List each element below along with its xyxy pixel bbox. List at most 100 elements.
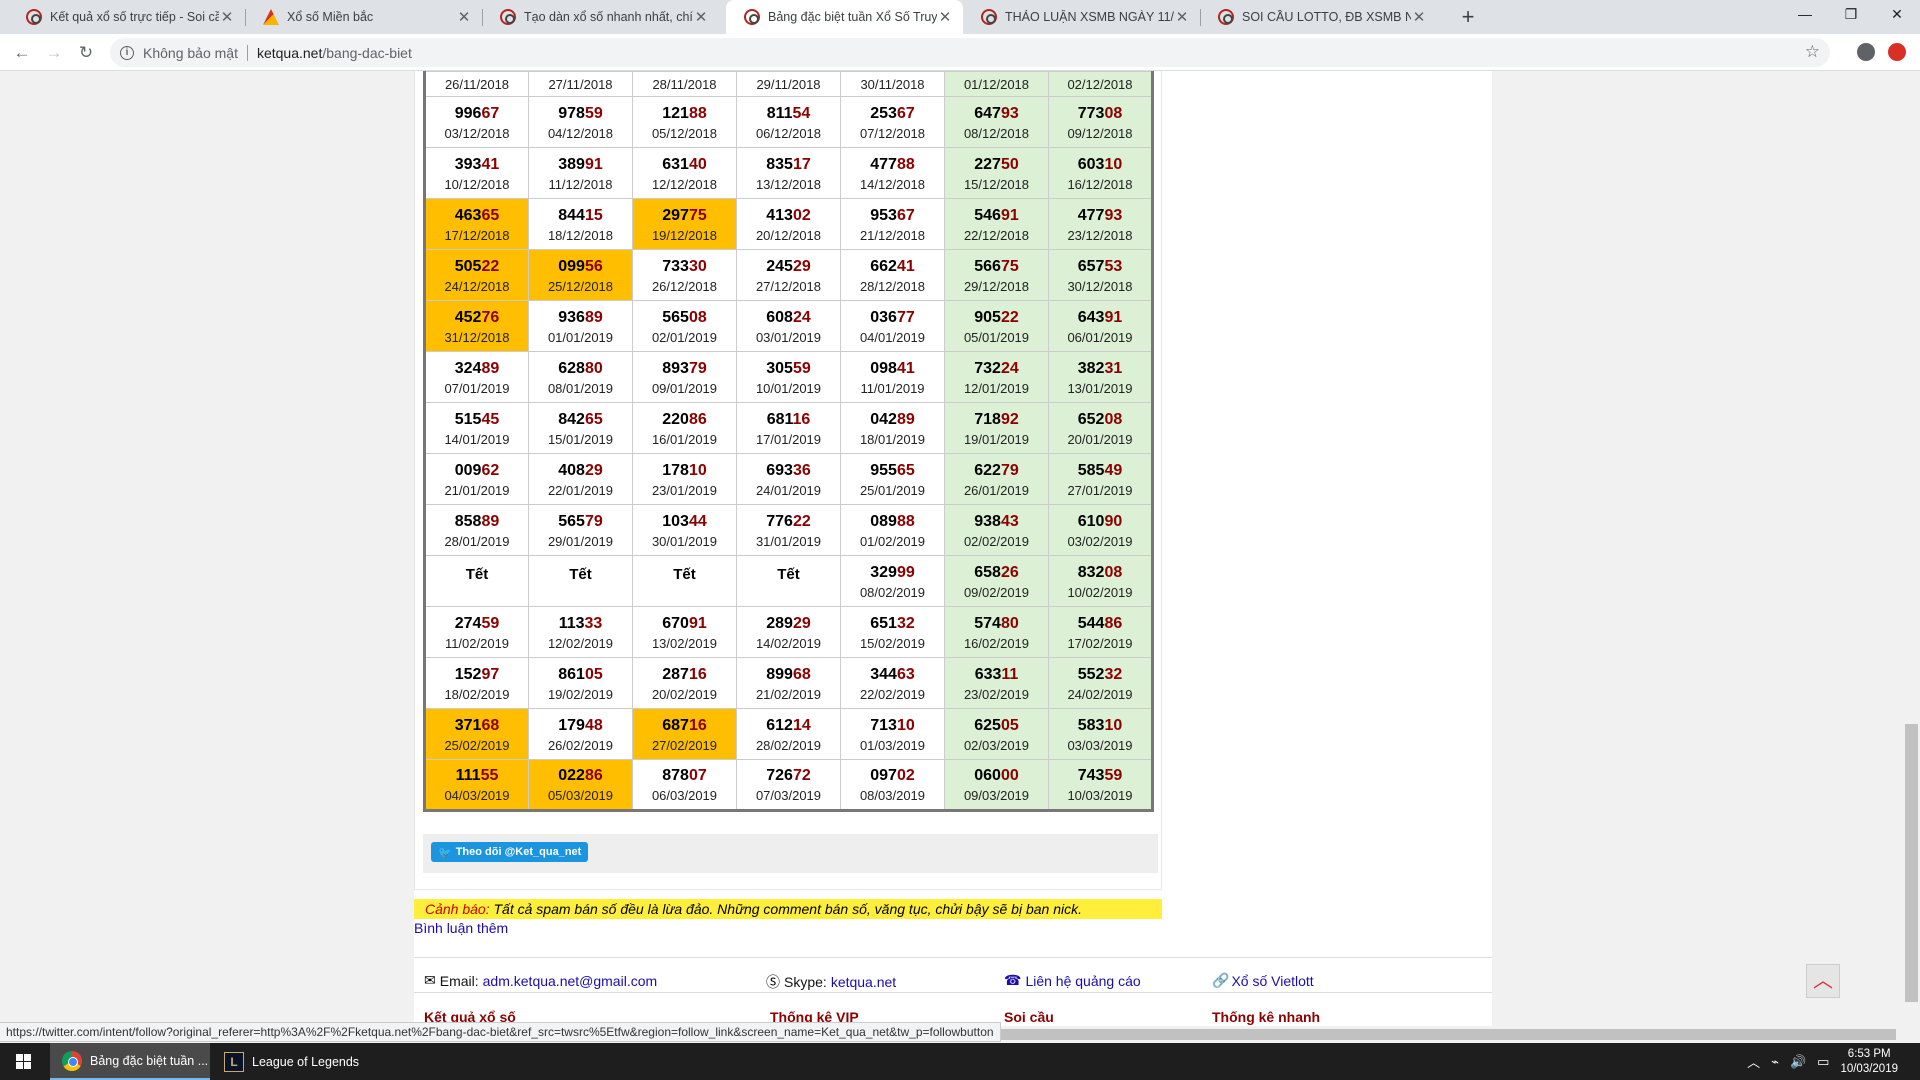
special-prize-number: 63140: [662, 155, 707, 173]
restore-button[interactable]: ❐: [1828, 0, 1874, 30]
result-cell: 95565 25/01/2019: [840, 453, 945, 505]
more-comments-link[interactable]: Bình luận thêm: [414, 920, 508, 936]
special-prize-number: 02286: [558, 767, 603, 784]
result-cell: 32999 08/02/2019: [840, 555, 945, 607]
draw-date: 10/12/2018: [444, 176, 510, 192]
special-prize-number: 40829: [558, 461, 603, 479]
taskbar-league[interactable]: L League of Legends: [212, 1043, 367, 1080]
result-cell: 93689 01/01/2019: [528, 300, 633, 352]
clock[interactable]: 6:53 PM 10/03/2019: [1840, 1047, 1898, 1077]
result-cell: 58549 27/01/2019: [1048, 453, 1153, 505]
draw-date: 25/02/2019: [444, 737, 510, 753]
result-cell: 81154 06/12/2018: [736, 96, 841, 148]
result-cell: 17948 26/02/2019: [528, 708, 633, 760]
special-prize-number: 00962: [454, 461, 500, 479]
special-prize-number: 64793: [974, 104, 1019, 122]
result-cell: 02/12/2018: [1048, 71, 1153, 97]
action-center-icon[interactable]: ▭: [1817, 1054, 1829, 1070]
result-cell: 22086 16/01/2019: [632, 402, 737, 454]
volume-icon[interactable]: 🔊: [1790, 1054, 1806, 1070]
new-tab-button[interactable]: +: [1454, 3, 1482, 31]
link-icon: 🔗: [1212, 972, 1230, 988]
back-button[interactable]: ←: [8, 39, 36, 67]
footer-cat-thong-ke-nhanh[interactable]: Thống kê nhanh: [1212, 1009, 1320, 1025]
close-icon[interactable]: ✕: [693, 8, 709, 26]
tab-tao-dan[interactable]: Tạo dàn xổ số nhanh nhất, chính ✕: [482, 0, 719, 34]
email-label: Email:: [439, 972, 479, 989]
tab-ketqua-live[interactable]: Kết quả xổ số trực tiếp - Soi cầu, ✕: [8, 0, 245, 34]
special-prize-number: 37168: [454, 716, 500, 734]
draw-date: 30/12/2018: [1067, 278, 1133, 294]
tet-holiday-label: Tết: [569, 565, 592, 583]
result-cell: 62279 26/01/2019: [944, 453, 1049, 505]
result-cell: 39341 10/12/2018: [424, 147, 529, 199]
close-icon[interactable]: ✕: [219, 8, 235, 26]
tab-xoso-mien-bac[interactable]: Xổ số Miền bắc ✕: [245, 0, 482, 34]
footer-cat-soi-cau[interactable]: Soi cầu: [1004, 1009, 1054, 1025]
draw-date: 10/02/2019: [1067, 584, 1133, 600]
follow-bar: 🐦 Theo dõi @Ket_qua_net: [423, 834, 1158, 873]
draw-date: 07/03/2019: [755, 788, 822, 803]
ads-contact-link[interactable]: Liên hệ quảng cáo: [1025, 973, 1140, 989]
close-window-button[interactable]: ✕: [1874, 0, 1920, 30]
draw-date: 17/12/2018: [444, 227, 510, 243]
forward-button[interactable]: →: [40, 39, 68, 67]
draw-date: 14/02/2019: [755, 635, 822, 651]
extension-icon[interactable]: [1888, 43, 1906, 61]
table-row: 45276 31/12/2018 93689 01/01/2019 56508 02/01…: [424, 300, 1153, 352]
special-prize-number: 77622: [766, 512, 811, 530]
result-cell: 65753 30/12/2018: [1048, 249, 1153, 301]
special-prize-number: 56579: [558, 512, 603, 530]
close-icon[interactable]: ✕: [1174, 8, 1190, 26]
address-bar[interactable]: i Không bảo mật ketqua.net/bang-dac-biet…: [110, 38, 1830, 67]
special-prize-number: 27459: [454, 614, 500, 632]
scroll-to-top-button[interactable]: ︿: [1806, 964, 1840, 998]
special-prize-number: 11333: [558, 614, 603, 632]
footer-ads: ☎ Liên hệ quảng cáo: [1004, 972, 1141, 989]
tab-soi-cau[interactable]: SOI CẦU LOTTO, ĐB XSMB NGÀY ✕: [1200, 0, 1437, 34]
close-icon[interactable]: ✕: [937, 8, 953, 26]
taskbar-chrome[interactable]: Bảng đặc biệt tuần ...: [50, 1043, 210, 1080]
draw-date: 24/12/2018: [444, 278, 510, 294]
reload-button[interactable]: ↻: [72, 39, 100, 67]
result-cell: 99667 03/12/2018: [424, 96, 529, 148]
close-icon[interactable]: ✕: [456, 8, 472, 26]
result-cell: 55232 24/02/2019: [1048, 657, 1153, 709]
result-cell: 11333 12/02/2019: [528, 606, 633, 658]
browser-tab-bar: Kết quả xổ số trực tiếp - Soi cầu, ✕ Xổ …: [0, 0, 1920, 34]
network-icon[interactable]: ⌁: [1771, 1054, 1779, 1070]
email-link[interactable]: adm.ketqua.net@gmail.com: [483, 973, 658, 989]
minimize-button[interactable]: —: [1782, 0, 1828, 30]
status-url: https://twitter.com/intent/follow?origin…: [0, 1022, 1001, 1042]
tab-bang-dac-biet[interactable]: Bảng đặc biệt tuần Xổ Số Truyền ✕: [726, 0, 963, 34]
special-prize-number: 95565: [870, 461, 915, 479]
skype-link[interactable]: ketqua.net: [831, 974, 896, 990]
info-icon[interactable]: i: [120, 45, 134, 60]
chevron-up-icon[interactable]: ︿: [1747, 1052, 1760, 1071]
twitter-follow-button[interactable]: 🐦 Theo dõi @Ket_qua_net: [431, 842, 589, 862]
start-button[interactable]: [0, 1043, 48, 1080]
special-prize-number: 72672: [766, 767, 811, 784]
vertical-scrollbar[interactable]: [1903, 71, 1920, 1026]
bookmark-star-icon[interactable]: ☆: [1805, 42, 1820, 62]
result-cell: 51545 14/01/2019: [424, 402, 529, 454]
url-host: ketqua.net: [256, 44, 323, 61]
result-cell: 61214 28/02/2019: [736, 708, 841, 760]
result-cell: 64391 06/01/2019: [1048, 300, 1153, 352]
draw-date: 24/02/2019: [1067, 686, 1133, 702]
windows-icon: [16, 1054, 31, 1069]
result-cell: 89379 09/01/2019: [632, 351, 737, 403]
result-cell: 10344 30/01/2019: [632, 504, 737, 556]
result-cell: 73330 26/12/2018: [632, 249, 737, 301]
task-label: League of Legends: [252, 1054, 360, 1069]
ketqua-icon: [500, 9, 516, 25]
result-cell: 67091 13/02/2019: [632, 606, 737, 658]
tab-thao-luan[interactable]: THẢO LUẬN XSMB NGÀY 11/3/2 ✕: [963, 0, 1200, 34]
vietlott-link[interactable]: Xổ số Vietlott: [1231, 973, 1313, 989]
close-icon[interactable]: ✕: [1411, 8, 1427, 26]
draw-date: 20/01/2019: [1067, 431, 1133, 447]
profile-avatar-icon[interactable]: [1857, 43, 1875, 61]
special-prize-number: 69336: [766, 461, 811, 479]
table-row: 32489 07/01/2019 62880 08/01/2019 89379 09/01…: [424, 351, 1153, 403]
warning-text: Tất cả spam bán số đều là lừa đảo. Những…: [489, 901, 1082, 917]
